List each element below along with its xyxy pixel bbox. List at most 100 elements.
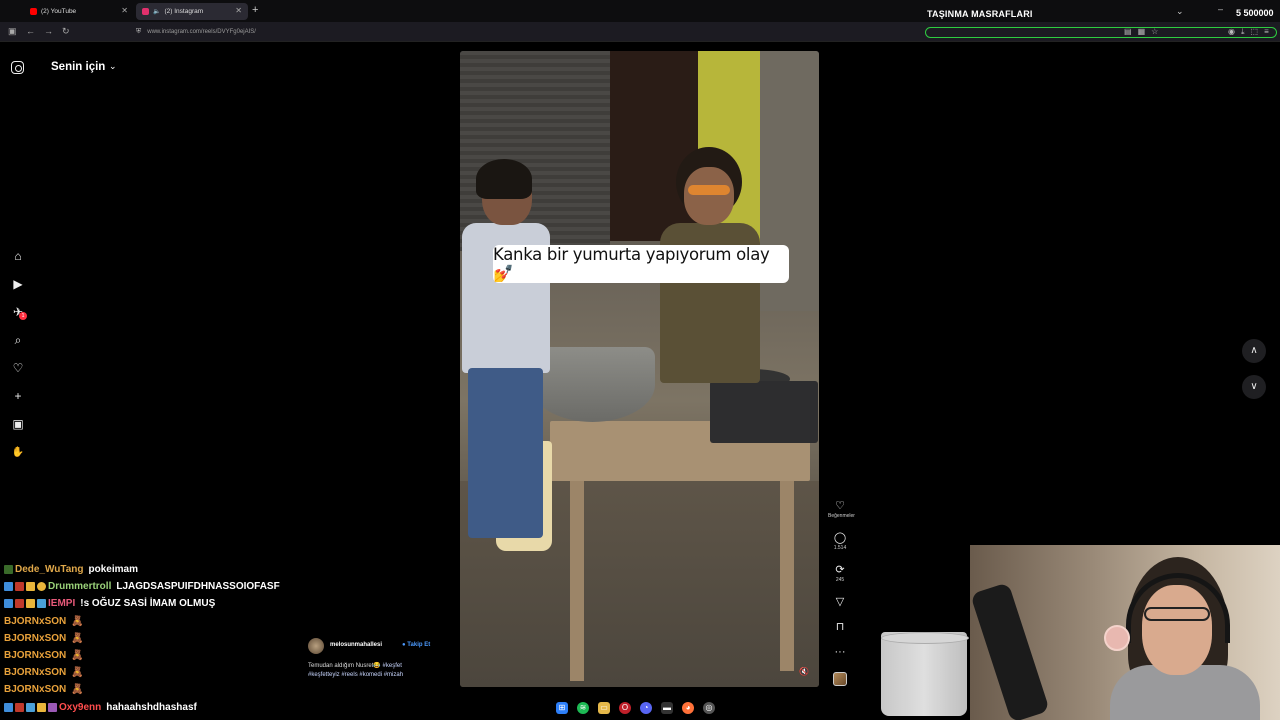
- chat-text: 🧸: [71, 632, 84, 644]
- youtube-icon: [30, 8, 37, 15]
- url-field[interactable]: ⛨ www.instagram.com/reels/DVYFg0ejAIS/: [136, 25, 916, 39]
- search-icon[interactable]: ⌕: [10, 332, 26, 348]
- close-icon[interactable]: ✕: [121, 6, 128, 15]
- close-icon[interactable]: ✕: [235, 6, 242, 15]
- chat-message: Dede_WuTang pokeimam: [4, 561, 324, 578]
- badge-icon: [15, 599, 24, 609]
- bookmark-star-icon[interactable]: ☆: [1151, 27, 1164, 36]
- share-button[interactable]: ▽: [828, 595, 852, 608]
- microphone: [970, 582, 1050, 720]
- badge-icon: [48, 702, 57, 712]
- comment-icon: ◯: [833, 532, 847, 544]
- chat-text: !s OĞUZ SASİ İMAM OLMUŞ: [80, 598, 216, 610]
- reels-icon[interactable]: ▶: [10, 276, 26, 292]
- badge-icon: [37, 599, 46, 609]
- opera-icon[interactable]: O: [619, 702, 631, 714]
- new-tab-button[interactable]: +: [252, 4, 258, 16]
- comment-count: 1.514: [833, 545, 847, 551]
- audio-thumbnail[interactable]: [833, 672, 847, 686]
- account-icon[interactable]: ◉: [1228, 27, 1241, 36]
- toolbar-icons-right: ◉⤓⬚≡: [1228, 27, 1275, 37]
- extension-icon[interactable]: ▦: [1138, 27, 1152, 36]
- chat-message: Drummertroll LJAGDSASPUIFDHNASSOIOFASF: [4, 578, 324, 595]
- repost-count: 245: [835, 577, 845, 583]
- forward-button[interactable]: →: [44, 26, 53, 36]
- terminal-icon[interactable]: ▬: [661, 702, 673, 714]
- repost-icon: ⟳: [835, 564, 845, 576]
- url-text: www.instagram.com/reels/DVYFg0ejAIS/: [147, 29, 256, 35]
- spotify-icon[interactable]: ≋: [577, 702, 589, 714]
- tab-youtube[interactable]: (2) YouTube ✕: [24, 3, 134, 20]
- chevron-down-icon[interactable]: ⌄: [109, 61, 117, 72]
- browser-tab-bar: (2) YouTube ✕ 🔈 (2) Instagram ✕ +: [0, 0, 1280, 22]
- speaker-icon[interactable]: 🔈: [153, 8, 160, 15]
- chat-text: pokeimam: [88, 564, 138, 576]
- repost-button[interactable]: ⟳ 245: [828, 563, 852, 583]
- person-left: [462, 159, 552, 563]
- notification-badge: 1: [19, 312, 27, 320]
- cup-overlay: [881, 632, 969, 716]
- chevron-down-icon[interactable]: ⌄: [1176, 6, 1184, 17]
- extensions-icon[interactable]: ⬚: [1251, 27, 1265, 36]
- chat-message: Oxy9enn hahaahshdhashasf: [4, 699, 324, 716]
- save-button[interactable]: ⊓: [828, 620, 852, 633]
- app-icon[interactable]: ◎: [703, 702, 715, 714]
- chat-text: 🧸: [71, 650, 84, 662]
- feed-selector[interactable]: Senin için: [51, 61, 105, 73]
- downloads-icon[interactable]: ⤓: [1241, 27, 1251, 36]
- badge-icon: [15, 702, 24, 712]
- stream-chat: Dede_WuTang pokeimam Drummertroll LJAGDS…: [4, 561, 324, 716]
- tab-label: (2) YouTube: [41, 8, 77, 15]
- badge-icon: [37, 702, 46, 712]
- minimize-icon[interactable]: –: [1218, 4, 1223, 14]
- comment-button[interactable]: ◯ 1.514: [828, 531, 852, 551]
- goal-amount: 5 500000: [1236, 8, 1274, 18]
- like-button[interactable]: ♡ Beğenmeler: [828, 499, 855, 519]
- bookmark-icon: ⊓: [835, 621, 845, 633]
- firefox-icon[interactable]: ◕: [682, 702, 694, 714]
- heart-icon[interactable]: ♡: [10, 360, 26, 376]
- site-info-icon[interactable]: ⛨: [136, 28, 141, 36]
- chat-username: BJORNxSON: [4, 667, 67, 679]
- author-name[interactable]: melosunmahallesi: [330, 642, 382, 648]
- follow-label: Takip Et: [407, 642, 431, 648]
- chat-message: BJORNxSON 🧸: [4, 681, 324, 698]
- reel-video[interactable]: Kanka bir yumurta yapıyorum olay💅 🔇: [460, 51, 819, 687]
- chat-text: hahaahshdhashasf: [106, 701, 197, 713]
- reload-button[interactable]: ↻: [62, 26, 70, 37]
- badge-icon: [26, 702, 35, 712]
- share-icon: ▽: [835, 596, 845, 608]
- windows-start-icon[interactable]: ⊞: [556, 702, 568, 714]
- tab-label: (2) Instagram: [164, 8, 204, 15]
- heart-icon: ♡: [835, 500, 845, 512]
- chat-username: BJORNxSON: [4, 615, 67, 627]
- dashboard-icon[interactable]: ▣: [10, 416, 26, 432]
- chat-message: BJORNxSON 🧸: [4, 647, 324, 664]
- create-icon[interactable]: +: [10, 388, 26, 404]
- post-hashtags[interactable]: #keşfet: [383, 663, 402, 669]
- menu-icon[interactable]: ≡: [1264, 27, 1275, 36]
- discord-icon[interactable]: ◔: [640, 702, 652, 714]
- goal-progress-bar: [925, 27, 1277, 38]
- back-button[interactable]: ←: [26, 26, 35, 36]
- sidebar-toggle-icon[interactable]: ▣: [8, 26, 17, 37]
- mute-icon[interactable]: 🔇: [799, 667, 809, 676]
- chat-text: 🧸: [71, 684, 84, 696]
- more-button[interactable]: ···: [828, 646, 852, 658]
- badge-icon: [4, 702, 13, 712]
- follow-button[interactable]: ● Takip Et: [402, 642, 430, 648]
- instagram-logo-icon[interactable]: [11, 61, 24, 74]
- os-taskbar: ⊞ ≋ ▭ O ◔ ▬ ◕ ◎: [550, 699, 730, 717]
- previous-reel-button[interactable]: ∧: [1242, 339, 1266, 363]
- tab-instagram[interactable]: 🔈 (2) Instagram ✕: [136, 3, 248, 20]
- chat-username: Drummertroll: [48, 581, 112, 593]
- chat-text: 🧸: [71, 615, 84, 627]
- file-explorer-icon[interactable]: ▭: [598, 702, 610, 714]
- reader-icon[interactable]: ▤: [1124, 27, 1138, 36]
- next-reel-button[interactable]: ∨: [1242, 375, 1266, 399]
- home-icon[interactable]: ⌂: [10, 248, 26, 264]
- chat-username: BJORNxSON: [4, 650, 67, 662]
- chat-username: Oxy9enn: [59, 701, 102, 713]
- profile-icon[interactable]: ✋: [10, 444, 26, 460]
- goal-title: TAŞINMA MASRAFLARI: [927, 9, 1033, 19]
